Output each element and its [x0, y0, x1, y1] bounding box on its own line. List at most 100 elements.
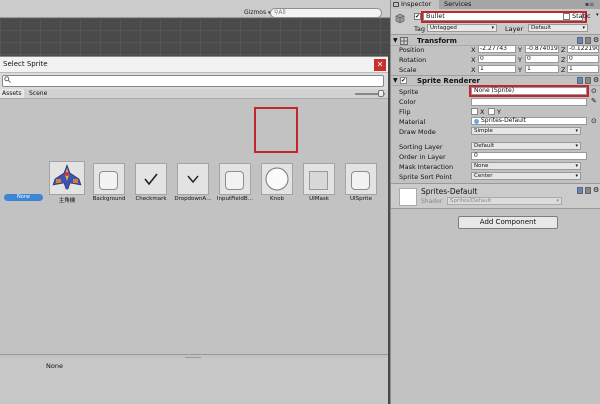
flip-y-checkbox[interactable]	[488, 108, 495, 115]
axis-y-label: Y	[518, 66, 522, 74]
eyedropper-icon[interactable]: ✎	[591, 97, 597, 105]
rotation-label: Rotation	[399, 56, 427, 64]
draw-mode-dropdown[interactable]: Simple ▾	[471, 127, 581, 135]
sprite-item-knob[interactable]: Knob	[256, 157, 298, 207]
preset-icon[interactable]	[585, 37, 591, 44]
rounded-square-icon	[225, 171, 244, 190]
draw-mode-value: Simple	[474, 128, 493, 134]
tab-assets[interactable]: Assets	[0, 89, 24, 98]
rotation-x-field[interactable]: 0	[478, 55, 516, 63]
tab-inspector-label: Inspector	[401, 0, 432, 8]
scene-search-placeholder: All	[278, 9, 286, 16]
material-icon	[474, 119, 479, 124]
object-picker-icon[interactable]: ⊙	[591, 87, 597, 95]
gameobject-header: ✔ Bullet Static ▾ Tag Untagged ▾ Layer De…	[391, 9, 600, 35]
static-label: Static	[572, 12, 591, 20]
sprite-item-background[interactable]: Background	[88, 157, 130, 207]
knob-highlight-box	[254, 107, 298, 153]
help-icon[interactable]	[577, 37, 583, 44]
chevron-down-icon: ▾	[575, 173, 578, 179]
sprite-label: Sprite	[399, 88, 419, 96]
mask-interaction-dropdown[interactable]: None ▾	[471, 162, 581, 170]
scale-x-field[interactable]: 1	[478, 65, 516, 73]
help-icon[interactable]	[577, 187, 583, 194]
color-swatch[interactable]	[471, 98, 587, 106]
sprite-item-none[interactable]: None	[4, 157, 46, 207]
sprite-item-label-selected: None	[4, 194, 43, 201]
sprite-item-dropdown-arrow[interactable]: DropdownA…	[172, 157, 214, 207]
shader-dropdown[interactable]: Sprites/Default ▾	[447, 197, 562, 205]
flip-x-label: X	[480, 108, 485, 116]
chevron-down-icon: ▾	[575, 143, 578, 149]
position-z-field[interactable]: -0.122190	[567, 45, 599, 53]
settings-icon[interactable]: ⚙	[593, 76, 599, 84]
flip-x-checkbox[interactable]	[471, 108, 478, 115]
active-checkbox[interactable]: ✔	[414, 13, 421, 20]
chevron-down-icon: ▾	[491, 25, 494, 31]
sprite-item-checkmark[interactable]: Checkmark	[130, 157, 172, 207]
sprite-highlight-box	[469, 85, 589, 97]
axis-y-label: Y	[518, 56, 522, 64]
tab-inspector[interactable]: Inspector	[391, 0, 439, 9]
help-icon[interactable]	[577, 77, 583, 84]
scene-search-input[interactable]: ⚲All	[270, 8, 382, 18]
picker-search-input[interactable]	[2, 75, 384, 87]
scale-y-field[interactable]: 1	[525, 65, 559, 73]
layer-label: Layer	[505, 25, 524, 33]
static-checkbox[interactable]	[563, 13, 570, 20]
material-section: Sprites-Default Shader Sprites/Default ▾ …	[391, 183, 600, 209]
position-y-field[interactable]: -0.874019	[525, 45, 559, 53]
material-object-field[interactable]: Sprites-Default	[471, 117, 587, 125]
sprite-renderer-title: Sprite Renderer	[417, 77, 480, 85]
chevron-down-icon: ▾	[575, 163, 578, 169]
sprite-item-inputfield-background[interactable]: InputFieldB…	[214, 157, 256, 207]
preview-sprite-name: None	[46, 362, 63, 370]
sprite-sort-point-label: Sprite Sort Point	[399, 173, 452, 181]
sprite-sort-point-dropdown[interactable]: Center ▾	[471, 172, 581, 180]
material-value: Sprites-Default	[481, 117, 527, 124]
mask-interaction-label: Mask Interaction	[399, 163, 454, 171]
fold-arrow-icon[interactable]: ▼	[393, 37, 398, 44]
sprite-item-spaceship[interactable]: 主角機	[46, 157, 88, 207]
sprite-item-uimask[interactable]: UIMask	[298, 157, 340, 207]
component-tools: ⚙	[577, 76, 599, 85]
scene-grid[interactable]	[0, 18, 390, 56]
scale-z-field[interactable]: 1	[567, 65, 599, 73]
preset-icon[interactable]	[585, 187, 591, 194]
rotation-z-field[interactable]: 0	[567, 55, 599, 63]
picker-tabs: Assets Scene	[0, 89, 388, 99]
chevron-down-icon: ▾	[556, 198, 559, 204]
mask-interaction-value: None	[474, 163, 489, 169]
close-button[interactable]: ✕	[374, 59, 386, 71]
sorting-layer-value: Default	[474, 143, 495, 149]
color-label: Color	[399, 98, 416, 106]
add-component-button[interactable]: Add Component	[458, 216, 558, 229]
object-picker-icon[interactable]: ⊙	[591, 117, 597, 125]
settings-icon[interactable]: ⚙	[593, 186, 599, 194]
position-x-field[interactable]: -2.27743	[478, 45, 516, 53]
sprite-grid: None 主角機 Background Checkmark DropdownA……	[0, 99, 388, 359]
material-name: Sprites-Default	[421, 187, 478, 196]
axis-z-label: Z	[561, 66, 566, 74]
square-icon	[309, 171, 328, 190]
sorting-layer-dropdown[interactable]: Default ▾	[471, 142, 581, 150]
layer-dropdown[interactable]: Default ▾	[528, 24, 588, 32]
settings-icon[interactable]: ⚙	[593, 36, 599, 44]
tab-scene[interactable]: Scene	[27, 89, 49, 98]
zoom-slider-handle[interactable]	[378, 90, 384, 97]
tab-services[interactable]: Services	[440, 0, 484, 9]
axis-y-label: Y	[518, 46, 522, 54]
window-titlebar[interactable]: Select Sprite ✕	[0, 57, 388, 73]
sprite-renderer-enabled-checkbox[interactable]: ✔	[400, 77, 407, 84]
tag-dropdown[interactable]: Untagged ▾	[427, 24, 497, 32]
fold-arrow-icon[interactable]: ▼	[393, 77, 398, 84]
panel-menu-icon[interactable]: ▪≡	[585, 1, 594, 8]
inspector-panel: Inspector Services ▪≡ ✔ Bullet Static ▾ …	[390, 0, 600, 404]
sprite-item-uisprite[interactable]: UISprite	[340, 157, 382, 207]
rotation-y-field[interactable]: 0	[525, 55, 559, 63]
preset-icon[interactable]	[585, 77, 591, 84]
order-in-layer-field[interactable]: 0	[471, 152, 587, 160]
layer-value: Default	[531, 25, 552, 31]
material-preview	[399, 188, 417, 206]
chevron-down-icon[interactable]: ▾	[596, 12, 599, 18]
